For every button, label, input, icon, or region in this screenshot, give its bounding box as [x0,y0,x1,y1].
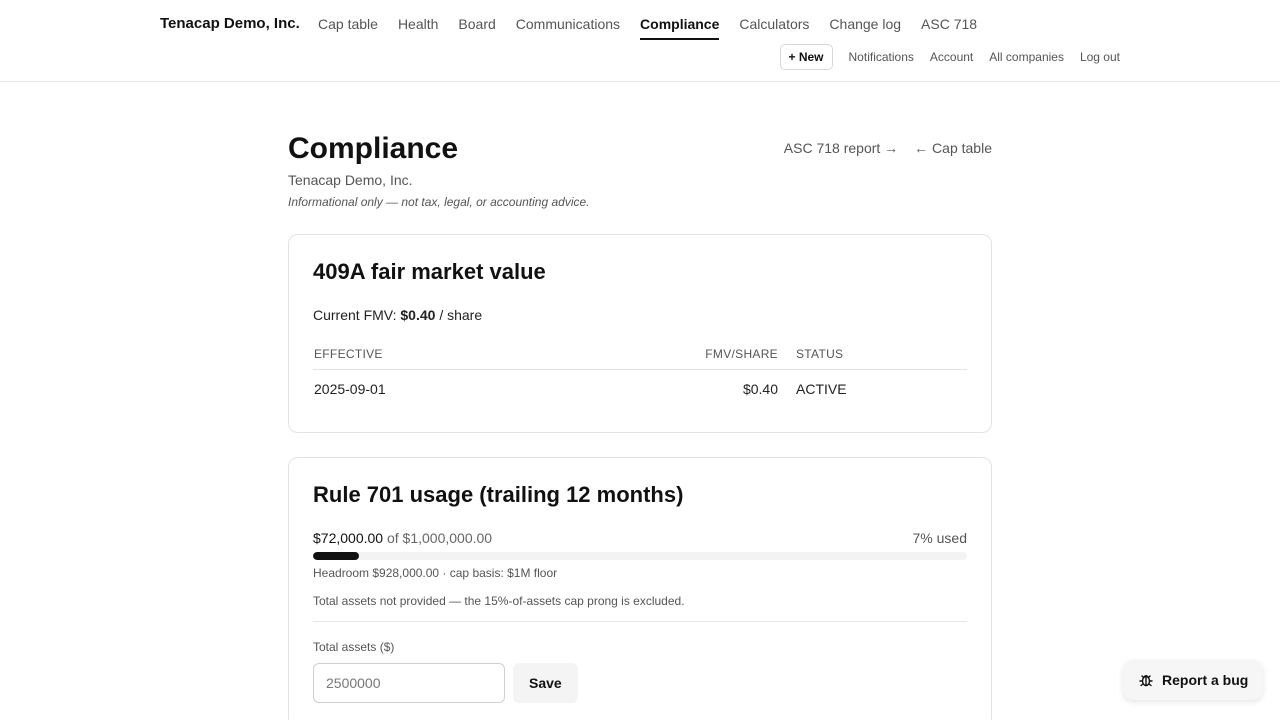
headroom-text: Headroom $928,000.00 · cap basis: $1M fl… [313,566,558,580]
current-fmv-prefix: Current FMV: [313,307,401,323]
nav-board[interactable]: Board [458,15,495,40]
nav-calculators[interactable]: Calculators [739,15,809,40]
nav-compliance[interactable]: Compliance [640,15,720,40]
current-fmv: Current FMV: $0.40 / share [313,307,967,323]
back-to-cap-table-link[interactable]: ← Cap table [914,140,992,156]
fmv-title: 409A fair market value [313,259,546,284]
total-assets-form: Save [313,663,967,703]
save-button[interactable]: Save [513,663,578,703]
cell-fmv: $0.40 [742,381,778,397]
nav-asc-718[interactable]: ASC 718 [921,15,977,40]
page-title: Compliance [288,132,459,165]
table-row: 2025-09-01 $0.40 ACTIVE [313,370,967,409]
main-content: Compliance Tenacap Demo, Inc. Informatio… [288,82,992,720]
main-nav: Cap table Health Board Communications Co… [318,15,977,40]
top-navigation: Tenacap Demo, Inc. Cap table Health Boar… [0,0,1280,82]
usage-progress-fill [313,552,359,560]
nav-cap-table[interactable]: Cap table [318,15,378,40]
usage-used: $72,000.00 [313,530,384,546]
cell-effective: 2025-09-01 [314,381,386,397]
fmv-card: 409A fair market value Current FMV: $0.4… [288,234,992,433]
rule-701-card: Rule 701 usage (trailing 12 months) $72,… [288,457,992,720]
page-subtitle: Tenacap Demo, Inc. [288,172,413,188]
company-name[interactable]: Tenacap Demo, Inc. [160,15,300,32]
usage-amounts: $72,000.00 of $1,000,000.00 [313,530,492,546]
account-nav: + New Notifications Account All companie… [779,44,1120,70]
usage-cap: of $1,000,000.00 [383,530,493,546]
col-effective: EFFECTIVE [313,339,575,370]
table-header-row: EFFECTIVE FMV/SHARE STATUS [313,339,967,370]
asc-718-report-link[interactable]: ASC 718 report → [784,140,898,156]
nav-communications[interactable]: Communications [516,15,620,40]
nav-health[interactable]: Health [398,15,438,40]
disclaimer: Informational only — not tax, legal, or … [288,195,590,209]
header-links: ASC 718 report → ← Cap table [784,140,992,156]
col-fmv-share: FMV/SHARE [575,339,795,370]
col-status: STATUS [795,339,967,370]
fmv-table: EFFECTIVE FMV/SHARE STATUS 2025-09-01 $0… [313,339,967,408]
log-out-link[interactable]: Log out [1080,50,1120,64]
rule-701-title: Rule 701 usage (trailing 12 months) [313,482,684,507]
report-bug-label: Report a bug [1162,672,1249,688]
report-bug-button[interactable]: Report a bug [1123,660,1264,700]
account-link[interactable]: Account [930,50,973,64]
nav-change-log[interactable]: Change log [829,15,901,40]
usage-percent: 7% used [912,530,967,546]
usage-progress-bar [313,552,967,560]
current-fmv-value: $0.40 [400,307,436,323]
all-companies-link[interactable]: All companies [989,50,1064,64]
usage-summary: $72,000.00 of $1,000,000.00 7% used [313,530,967,546]
new-button[interactable]: + New [779,44,833,70]
cell-status: ACTIVE [796,381,847,397]
total-assets-label: Total assets ($) [313,640,395,654]
notifications-link[interactable]: Notifications [849,50,914,64]
assets-note: Total assets not provided — the 15%-of-a… [313,594,967,622]
total-assets-input[interactable] [313,663,505,703]
bug-icon [1138,672,1154,688]
current-fmv-suffix: / share [435,307,483,323]
page-header: Compliance Tenacap Demo, Inc. Informatio… [288,82,992,234]
